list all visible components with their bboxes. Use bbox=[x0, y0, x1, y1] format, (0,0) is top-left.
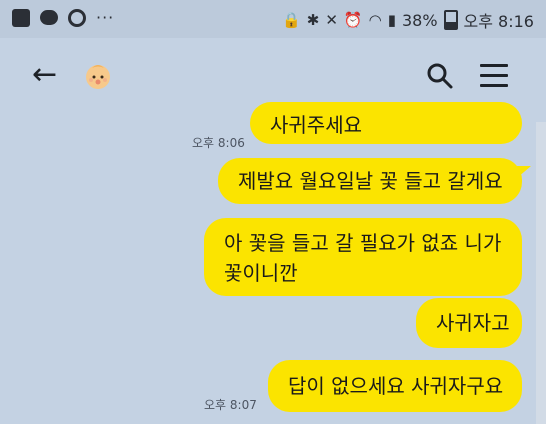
message-bubble[interactable]: 사귀주세요 bbox=[250, 102, 522, 144]
hamburger-menu-icon[interactable] bbox=[480, 64, 508, 88]
message-bubble[interactable]: 사귀자고 bbox=[416, 298, 522, 348]
message-bubble[interactable]: 아 꽃을 들고 갈 필요가 없죠 니가 꽃이니깐 bbox=[204, 218, 522, 296]
alarm-icon: ⏰ bbox=[343, 11, 363, 29]
status-bar: ··· 🔒 ✱ ✕ ⏰ ◠ ▮ 38% 오후 8:16 bbox=[0, 0, 546, 38]
status-left-icons: ··· bbox=[12, 8, 114, 27]
talk-icon bbox=[40, 10, 58, 25]
message-text-line: 아 꽃을 들고 갈 필요가 없죠 니가 bbox=[224, 231, 502, 255]
message-bubble[interactable]: 제발요 월요일날 꽃 들고 갈게요 bbox=[218, 158, 531, 204]
mute-icon: ✕ bbox=[325, 11, 338, 29]
lock-icon: 🔒 bbox=[282, 11, 301, 29]
baby-face-icon[interactable] bbox=[82, 60, 114, 92]
message-bubble[interactable]: 답이 없으세요 사귀자구요 bbox=[268, 360, 522, 412]
battery-percent: 38% bbox=[401, 10, 438, 30]
bluetooth-icon: ✱ bbox=[306, 11, 320, 29]
chat-area[interactable]: 오후 8:06 사귀주세요 제발요 월요일날 꽃 들고 갈게요 아 꽃을 들고 … bbox=[0, 102, 546, 424]
search-icon[interactable] bbox=[426, 62, 454, 90]
status-time: 오후 8:16 bbox=[463, 12, 534, 31]
arrow-left-icon[interactable]: ← bbox=[32, 60, 57, 90]
overflow-dots: ··· bbox=[96, 8, 115, 27]
message-time: 오후 8:07 bbox=[204, 398, 257, 412]
screen-edge bbox=[536, 122, 546, 424]
message-time: 오후 8:06 bbox=[192, 136, 245, 150]
record-icon bbox=[68, 8, 86, 27]
bubble-tail bbox=[517, 166, 531, 178]
battery-icon bbox=[443, 10, 458, 30]
message-text: 답이 없으세요 사귀자구요 bbox=[288, 374, 504, 398]
message-text: 사귀자고 bbox=[436, 311, 510, 335]
message-text-line: 꽃이니깐 bbox=[224, 261, 298, 285]
signal-icon: ▮ bbox=[387, 11, 396, 29]
gallery-icon bbox=[12, 8, 30, 27]
message-text: 제발요 월요일날 꽃 들고 갈게요 bbox=[238, 169, 503, 193]
wifi-icon: ◠ bbox=[368, 11, 382, 29]
message-text: 사귀주세요 bbox=[270, 113, 362, 137]
status-right-icons: 🔒 ✱ ✕ ⏰ ◠ ▮ 38% 오후 8:16 bbox=[282, 8, 534, 32]
